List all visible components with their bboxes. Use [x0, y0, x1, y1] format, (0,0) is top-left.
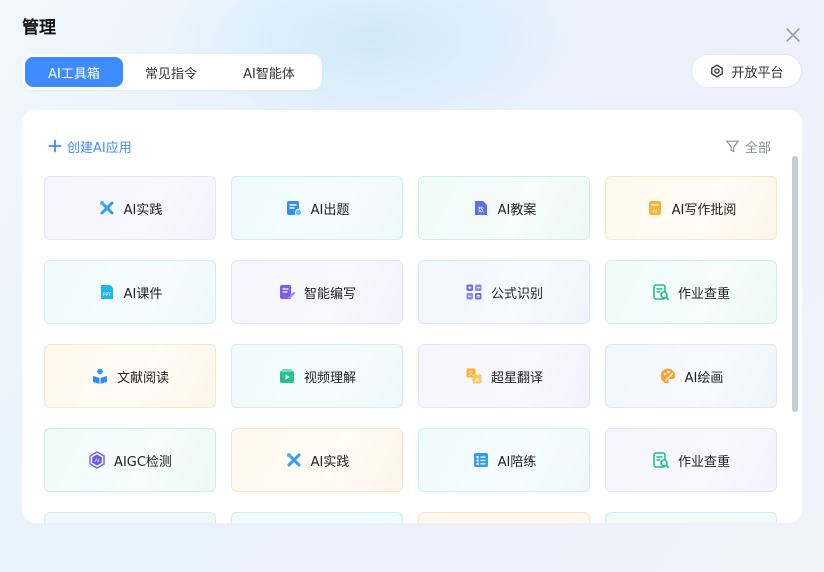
reading-icon: [92, 368, 107, 384]
tool-card-plagiarism-check-2[interactable]: 作业查重: [605, 428, 777, 492]
translate-icon: 文 A: [466, 368, 482, 384]
tool-label: 智能编写: [303, 286, 356, 302]
edit-doc-icon: [286, 201, 302, 217]
tool-label: AI实践: [123, 202, 163, 218]
lesson-plan-icon: 数: [474, 201, 487, 215]
plagiarism-check-icon: [653, 452, 670, 469]
tool-card-plagiarism-check[interactable]: 作业查重: [605, 260, 777, 324]
open-platform-button[interactable]: 开放平台: [691, 54, 802, 88]
tool-label: AI陪练: [497, 454, 537, 470]
svg-text:A: A: [475, 378, 479, 384]
filter-button[interactable]: 全部: [725, 136, 771, 156]
tool-label: AI实践: [310, 454, 350, 470]
close-button[interactable]: [782, 24, 804, 46]
dialog-title: 管理: [22, 18, 56, 38]
close-icon: [786, 28, 800, 42]
open-platform-icon: [711, 64, 724, 78]
tool-card-aigc-detection[interactable]: AI AIGC检测: [44, 428, 216, 492]
tool-card-formula-recognition[interactable]: 公式识别: [418, 260, 590, 324]
writing-review-icon: AI: [648, 201, 661, 215]
tool-card-ai-lesson-plan[interactable]: 数 AI教案: [418, 176, 590, 240]
tool-card-literature-reading[interactable]: 文献阅读: [44, 344, 216, 408]
tool-card-chaoxing-translate[interactable]: 文 A 超星翻译: [418, 344, 590, 408]
tool-card-ai-practice[interactable]: AI实践: [44, 176, 216, 240]
tool-card-smart-writing[interactable]: 智能编写: [231, 260, 403, 324]
next-row-peek: [44, 512, 778, 523]
svg-text:PPT: PPT: [103, 292, 111, 298]
tool-card-ai-practice-2[interactable]: AI实践: [231, 428, 403, 492]
tool-label: AI教案: [497, 202, 537, 218]
tool-card-partial[interactable]: [605, 512, 777, 523]
filter-label: 全部: [745, 140, 772, 156]
tool-card-partial[interactable]: [44, 512, 216, 523]
tool-grid: AI实践 AI出题 数 AI教案 AI AI写作批阅 PPT AI课件 智能编写…: [44, 176, 778, 492]
aigc-detect-icon: AI: [89, 451, 105, 469]
tool-label: 公式识别: [490, 286, 543, 302]
smart-write-icon: [279, 285, 296, 300]
formula-icon: [466, 284, 482, 300]
tool-card-ai-writing-review[interactable]: AI AI写作批阅: [605, 176, 777, 240]
practice-icon: [473, 453, 488, 467]
open-platform-label: 开放平台: [731, 65, 784, 81]
tool-card-ai-sparring[interactable]: AI陪练: [418, 428, 590, 492]
tool-card-ai-painting[interactable]: AI绘画: [605, 344, 777, 408]
tool-label: 作业查重: [677, 454, 730, 470]
tool-card-partial[interactable]: [418, 512, 590, 523]
tools-icon: [286, 453, 301, 467]
tool-card-ai-courseware[interactable]: PPT AI课件: [44, 260, 216, 324]
tools-icon: [99, 201, 114, 215]
create-ai-app-label: 创建AI应用: [67, 140, 132, 156]
tool-card-video-understanding[interactable]: 视频理解: [231, 344, 403, 408]
tool-label: AIGC检测: [114, 454, 172, 470]
scrollbar-thumb[interactable]: [792, 156, 798, 412]
tool-label: AI写作批阅: [671, 202, 737, 218]
svg-text:AI: AI: [95, 458, 100, 464]
plus-icon: [48, 139, 62, 153]
plagiarism-check-icon: [653, 284, 670, 301]
palette-icon: [660, 368, 675, 384]
tool-label: 作业查重: [677, 286, 730, 302]
tab-common-commands[interactable]: 常见指令: [123, 57, 219, 87]
tab-bar: AI工具箱 常见指令 AI智能体: [22, 54, 322, 90]
svg-text:AI: AI: [652, 209, 657, 215]
tools-panel: 创建AI应用 全部 AI实践 AI出题 数 AI教案 AI AI写作批阅 PPT…: [22, 110, 802, 523]
tool-card-partial[interactable]: [231, 512, 403, 523]
filter-icon: [726, 140, 739, 152]
svg-text:数: 数: [478, 206, 484, 214]
tool-label: AI课件: [123, 286, 163, 302]
tool-card-ai-questions[interactable]: AI出题: [231, 176, 403, 240]
tool-label: 文献阅读: [116, 370, 169, 386]
video-icon: [279, 369, 294, 383]
tool-label: 视频理解: [303, 370, 356, 386]
svg-text:文: 文: [468, 370, 474, 378]
tool-label: AI出题: [310, 202, 350, 218]
tab-ai-agents[interactable]: AI智能体: [219, 57, 319, 87]
tab-ai-toolbox[interactable]: AI工具箱: [25, 57, 123, 87]
ppt-icon: PPT: [100, 285, 113, 299]
create-ai-app-button[interactable]: 创建AI应用: [48, 136, 132, 156]
tool-label: AI绘画: [684, 370, 724, 386]
tool-label: 超星翻译: [490, 370, 543, 386]
